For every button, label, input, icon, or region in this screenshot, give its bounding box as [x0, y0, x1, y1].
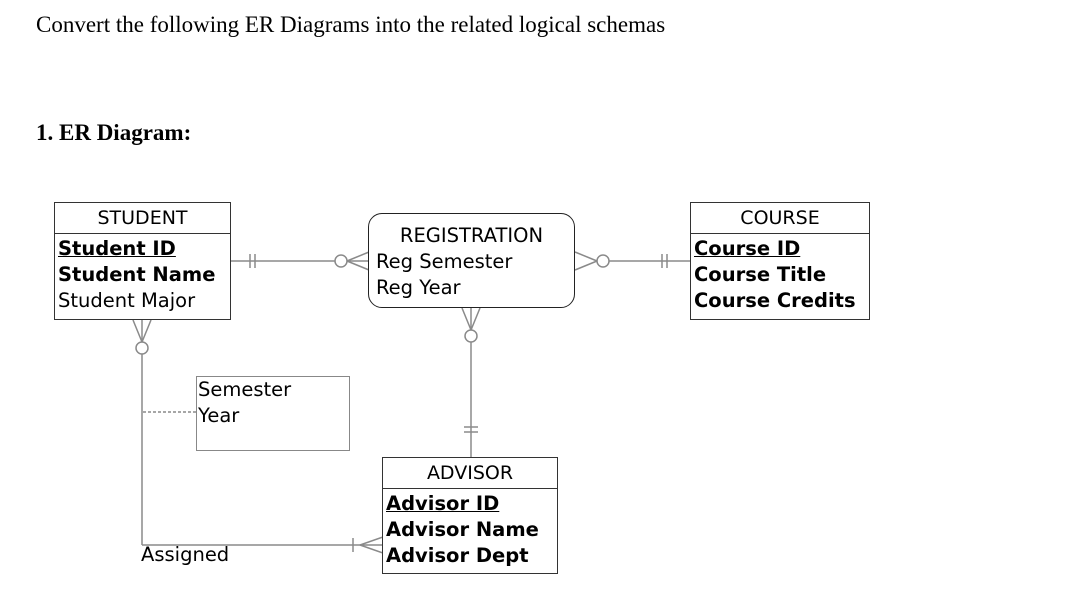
attribute-optional: Reg Semester: [376, 250, 513, 273]
connector-registration-course: [574, 251, 690, 271]
attribute-required: Course Title: [694, 263, 827, 286]
entity-name: ADVISOR: [383, 458, 557, 489]
relationship-attribute: Semester: [198, 378, 292, 401]
relationship-label-assigned: Assigned: [141, 543, 230, 566]
attribute-primary-key: Student ID: [58, 237, 176, 260]
entity-name: REGISTRATION: [399, 224, 544, 247]
connector-registration-advisor: [461, 307, 481, 457]
entity-registration[interactable]: REGISTRATION Reg Semester Reg Year: [368, 213, 575, 308]
attribute-primary-key: Advisor ID: [386, 492, 500, 515]
relationship-attribute: Year: [198, 404, 240, 427]
attribute-primary-key: Course ID: [694, 237, 801, 260]
entity-advisor[interactable]: ADVISOR Advisor ID Advisor Name Advisor …: [382, 457, 558, 574]
attribute-required: Advisor Name: [386, 518, 539, 541]
entity-name: COURSE: [691, 203, 869, 234]
connector-student-registration: [230, 251, 370, 271]
entity-course[interactable]: COURSE Course ID Course Title Course Cre…: [690, 202, 870, 320]
entity-name: STUDENT: [55, 203, 230, 234]
attribute-required: Course Credits: [694, 289, 856, 312]
relationship-attribute-box[interactable]: Semester Year: [196, 376, 350, 451]
entity-student[interactable]: STUDENT Student ID Student Name Student …: [54, 202, 231, 320]
attribute-required: Student Name: [58, 263, 216, 286]
attribute-required: Advisor Dept: [386, 544, 529, 567]
attribute-optional: Reg Year: [376, 276, 461, 299]
attribute-optional: Student Major: [58, 289, 196, 312]
